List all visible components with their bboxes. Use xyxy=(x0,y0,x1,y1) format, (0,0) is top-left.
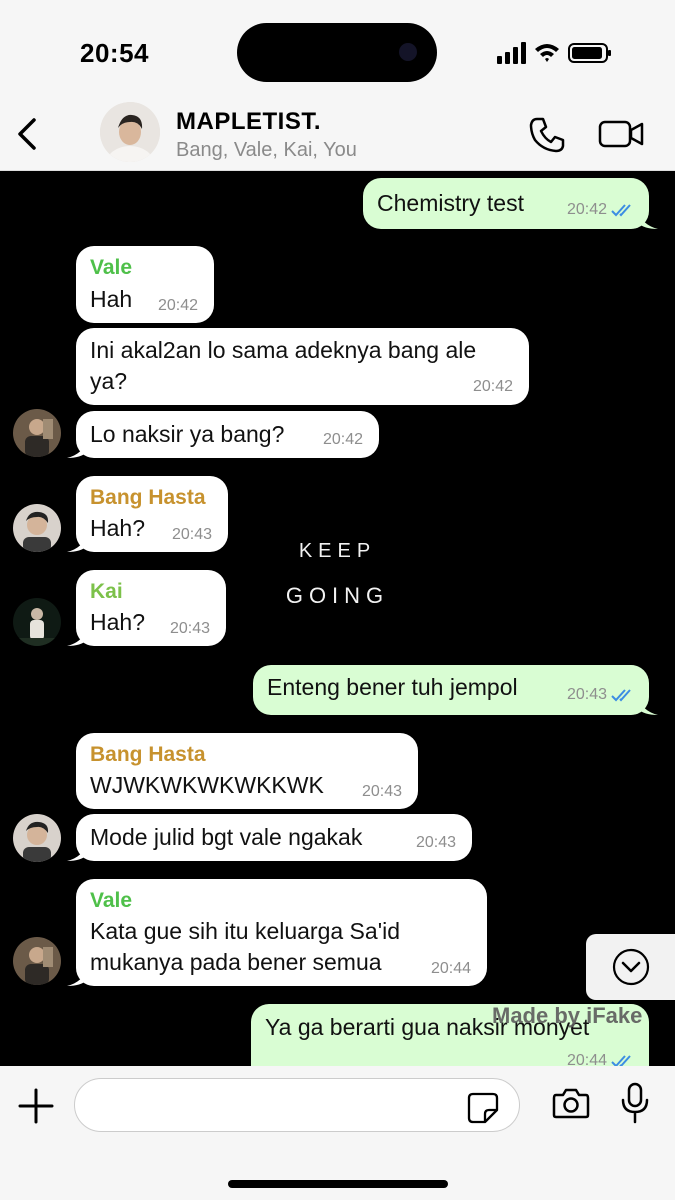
avatar[interactable] xyxy=(13,598,61,646)
avatar[interactable] xyxy=(13,937,61,985)
status-time: 20:54 xyxy=(80,38,149,68)
bubble-tail xyxy=(638,211,658,229)
message-time: 20:43 xyxy=(415,834,456,851)
message-time: 20:44 xyxy=(566,1052,607,1066)
message-time: 20:43 xyxy=(361,783,402,800)
phone-call-icon[interactable] xyxy=(528,116,566,154)
message-bubble-outgoing[interactable]: Enteng bener tuh jempol 20:43 xyxy=(253,665,658,715)
message-bubble-incoming[interactable]: Ini akal2an lo sama adeknya bang ale ya?… xyxy=(76,328,529,405)
message-text-line2: ya? xyxy=(90,368,128,394)
wifi-icon xyxy=(535,44,559,62)
bubble-tail xyxy=(67,628,87,646)
avatar[interactable] xyxy=(13,504,61,552)
avatar[interactable] xyxy=(13,409,61,457)
message-time: 20:42 xyxy=(472,378,513,395)
chevron-down-circle-icon xyxy=(612,948,650,986)
status-bar: 20:54 xyxy=(0,0,675,100)
message-text: Chemistry test xyxy=(377,190,524,216)
message-bubble-incoming[interactable]: Bang Hasta Hah? 20:43 xyxy=(67,476,228,552)
message-text: Mode julid bgt vale ngakak xyxy=(90,824,363,850)
chat-members[interactable]: Bang, Vale, Kai, You xyxy=(176,139,357,162)
message-bubble-incoming[interactable]: Lo naksir ya bang? 20:42 xyxy=(67,411,379,458)
status-icons xyxy=(497,42,611,64)
video-call-icon[interactable] xyxy=(598,118,644,150)
message-text: Kata gue sih itu keluarga Sa'id xyxy=(90,918,400,944)
message-text: Hah? xyxy=(90,515,145,541)
message-time: 20:43 xyxy=(171,526,212,543)
sender-name: Kai xyxy=(90,580,123,603)
message-bubble-incoming[interactable]: Kai Hah? 20:43 xyxy=(67,570,226,646)
message-bubble-incoming[interactable]: Vale Kata gue sih itu keluarga Sa'id muk… xyxy=(67,879,487,986)
message-text: Hah? xyxy=(90,609,145,635)
group-avatar[interactable] xyxy=(100,102,160,162)
microphone-icon[interactable] xyxy=(620,1082,650,1124)
bubble-tail xyxy=(67,968,87,986)
composer-bar xyxy=(0,1066,675,1200)
sender-name: Vale xyxy=(90,889,133,912)
message-bubble-incoming[interactable]: Vale Hah 20:42 xyxy=(76,246,214,323)
bubble-tail xyxy=(67,440,87,458)
message-text: Ini akal2an lo sama adeknya bang ale xyxy=(90,337,477,363)
message-text: Enteng bener tuh jempol xyxy=(267,674,518,700)
front-camera xyxy=(399,43,417,61)
message-text-line2: mukanya pada bener semua xyxy=(90,949,382,975)
back-chevron-icon[interactable] xyxy=(12,112,48,156)
scroll-to-bottom-button[interactable] xyxy=(586,934,675,1000)
sender-name: Vale xyxy=(90,256,133,279)
message-time: 20:42 xyxy=(157,297,198,314)
camera-icon[interactable] xyxy=(552,1086,590,1120)
message-bubble-outgoing[interactable]: Chemistry test 20:42 xyxy=(363,178,658,229)
message-list[interactable]: KEEP GOING Chemistry test 20:42 Vale Hah… xyxy=(0,171,675,1066)
bubble-tail xyxy=(67,534,87,552)
message-text: Lo naksir ya bang? xyxy=(90,421,285,447)
chat-title[interactable]: MAPLETIST. xyxy=(176,108,321,136)
signal-icon xyxy=(497,42,526,64)
message-input[interactable] xyxy=(74,1078,520,1132)
message-time: 20:44 xyxy=(430,960,471,977)
home-indicator[interactable] xyxy=(228,1180,448,1188)
sticker-icon[interactable] xyxy=(466,1091,500,1125)
read-ticks-icon xyxy=(611,1055,631,1066)
message-time: 20:42 xyxy=(566,201,607,218)
chat-header: MAPLETIST. Bang, Vale, Kai, You xyxy=(0,100,675,171)
bubble-tail xyxy=(638,697,658,715)
message-bubble-incoming[interactable]: Bang Hasta WJWKWKWKWKKWK 20:43 xyxy=(76,733,418,809)
read-ticks-icon xyxy=(611,689,631,702)
message-text: WJWKWKWKWKKWK xyxy=(90,772,324,798)
read-ticks-icon xyxy=(611,204,631,217)
message-text: Hah xyxy=(90,286,133,312)
battery-icon xyxy=(568,43,611,63)
avatar[interactable] xyxy=(13,814,61,862)
message-time: 20:42 xyxy=(322,431,363,448)
dynamic-island xyxy=(237,23,437,82)
sender-name: Bang Hasta xyxy=(90,486,206,509)
message-bubble-incoming[interactable]: Mode julid bgt vale ngakak 20:43 xyxy=(67,814,472,861)
message-time: 20:43 xyxy=(169,620,210,637)
watermark: Made by iFake xyxy=(492,1003,643,1028)
plus-icon[interactable] xyxy=(16,1086,56,1126)
sender-name: Bang Hasta xyxy=(90,743,206,766)
bubble-tail xyxy=(67,843,87,861)
message-time: 20:43 xyxy=(566,686,607,703)
